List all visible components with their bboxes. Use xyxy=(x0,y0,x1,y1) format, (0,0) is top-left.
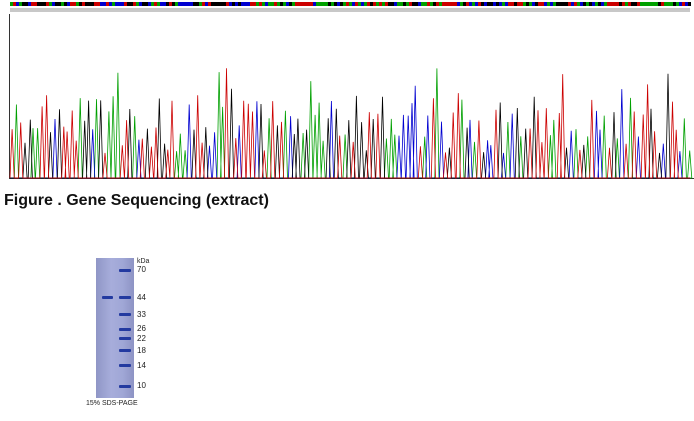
marker-band xyxy=(119,268,131,272)
marker-label: 22 xyxy=(137,333,146,343)
marker-label: 26 xyxy=(137,324,146,334)
marker-label: 44 xyxy=(137,292,146,302)
marker-label: 18 xyxy=(137,345,146,355)
marker-band xyxy=(119,313,131,317)
sequencing-chromatogram xyxy=(0,0,694,185)
figure-caption: Figure . Gene Sequencing (extract) xyxy=(4,192,269,209)
marker-label: 70 xyxy=(137,265,146,274)
kda-unit-label: kDa xyxy=(137,258,150,265)
marker-band xyxy=(119,296,131,300)
marker-band xyxy=(119,337,131,341)
sds-page-gel-panel: kDa 70 44 33 26 22 18 14 10 xyxy=(96,258,166,408)
marker-label: 10 xyxy=(137,381,146,390)
sample-band xyxy=(102,296,113,300)
marker-band xyxy=(119,327,131,331)
gel-caption: 15% SDS-PAGE xyxy=(86,400,138,407)
marker-label: 14 xyxy=(137,360,146,370)
marker-band xyxy=(119,349,131,353)
marker-label: 33 xyxy=(137,309,146,319)
gel-image xyxy=(96,258,134,398)
marker-band xyxy=(119,364,131,368)
marker-band xyxy=(119,384,131,388)
